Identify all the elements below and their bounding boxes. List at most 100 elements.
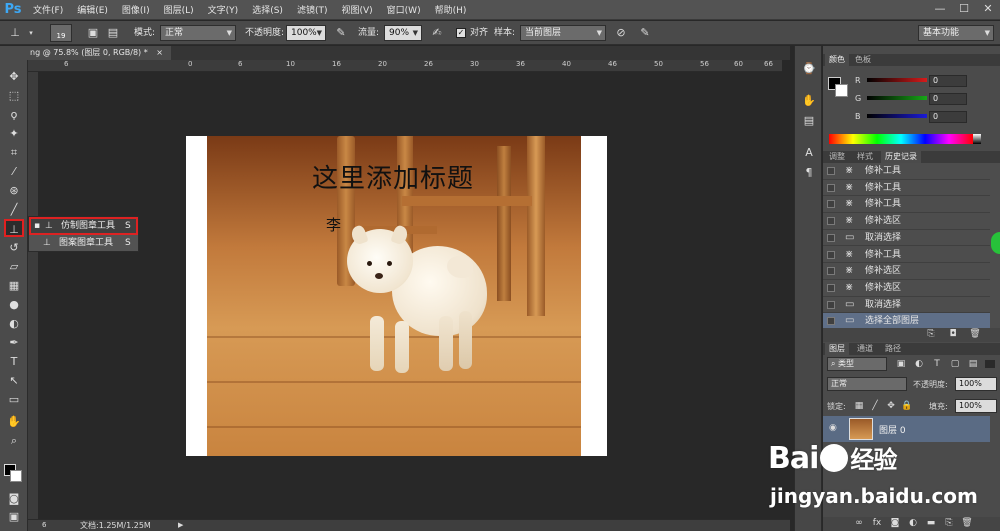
history-item[interactable]: ⋇ 修补选区 (823, 280, 990, 297)
type-filter-icon[interactable]: T (931, 358, 943, 370)
quick-selection-tool-icon[interactable]: ✦ (4, 125, 24, 143)
shape-tool-icon[interactable]: ▭ (4, 391, 24, 409)
pen-tool-icon[interactable]: ✒ (4, 334, 24, 352)
pressure-opacity-icon[interactable]: ✎ (332, 24, 350, 42)
brush-panel-icon[interactable]: ▤ (799, 112, 819, 130)
move-tool-icon[interactable]: ✥ (4, 68, 24, 86)
history-checkbox[interactable] (827, 200, 835, 209)
menu-file[interactable]: 文件(F) (26, 3, 70, 16)
fill-input[interactable]: 100% (955, 399, 997, 413)
channel-r-slider[interactable] (867, 78, 927, 82)
pressure-size-icon[interactable]: ✎ (636, 24, 654, 42)
delete-layer-icon[interactable]: 🗑 (961, 517, 973, 529)
history-checkbox[interactable] (827, 317, 835, 326)
type-tool-icon[interactable]: T (4, 353, 24, 371)
history-panel-icon[interactable]: ⌚ (799, 60, 819, 78)
eye-icon[interactable]: ◉ (829, 423, 837, 433)
history-brush-tool-icon[interactable]: ↺ (4, 239, 24, 257)
adjustment-layer-icon[interactable]: ◐ (907, 517, 919, 529)
brush-preset-icon[interactable]: ✋ (799, 92, 819, 110)
clone-stamp-tool-item[interactable]: ▪ ⊥ 仿制图章工具 S (29, 217, 138, 235)
channel-g-slider[interactable] (867, 96, 927, 100)
healing-brush-tool-icon[interactable]: ⊛ (4, 182, 24, 200)
menu-window[interactable]: 窗口(W) (380, 3, 428, 16)
menu-type[interactable]: 文字(Y) (201, 3, 246, 16)
history-checkbox[interactable] (827, 283, 835, 292)
maximize-button[interactable]: ☐ (952, 0, 976, 18)
menu-image[interactable]: 图像(I) (115, 3, 157, 16)
layer-kind-filter[interactable]: ⌕ 类型 (827, 357, 887, 371)
layer-name[interactable]: 图层 0 (879, 423, 906, 436)
zoom-level[interactable]: 6 (42, 520, 46, 531)
smart-object-filter-icon[interactable]: ▤ (967, 358, 979, 370)
trash-icon[interactable]: 🗑 (969, 328, 981, 340)
brush-tool-icon[interactable]: ╱ (4, 201, 24, 219)
clone-stamp-tool-icon[interactable]: ⊥ (4, 219, 24, 237)
hand-tool-icon[interactable]: ✋ (4, 413, 24, 431)
history-item[interactable]: ▭ 取消选择 (823, 297, 990, 314)
adjustment-filter-icon[interactable]: ◐ (913, 358, 925, 370)
quick-mask-icon[interactable]: ◙ (4, 490, 24, 508)
close-window-button[interactable]: ✕ (976, 0, 1000, 18)
tab-adjustments[interactable]: 调整 (825, 151, 849, 163)
tab-swatches[interactable]: 色板 (851, 54, 875, 66)
lock-pixels-icon[interactable]: ╱ (869, 400, 881, 412)
history-checkbox[interactable] (827, 167, 835, 175)
brush-size-preview[interactable]: 19 (50, 24, 72, 42)
filter-toggle[interactable] (985, 360, 995, 368)
opacity-input[interactable]: 100% ▼ (286, 25, 326, 41)
canvas-subtitle-text[interactable]: 李 (326, 214, 341, 235)
airbrush-icon[interactable]: ✍ (428, 24, 446, 42)
channel-r-input[interactable]: 0 (929, 75, 967, 87)
tab-layers[interactable]: 图层 (825, 343, 849, 355)
tab-history[interactable]: 历史记录 (881, 151, 921, 163)
menu-help[interactable]: 帮助(H) (428, 3, 474, 16)
layer-style-icon[interactable]: fx (871, 517, 883, 529)
link-layers-icon[interactable]: ∞ (853, 517, 865, 529)
character-panel-icon[interactable]: A (799, 144, 819, 162)
shape-filter-icon[interactable]: ▢ (949, 358, 961, 370)
blend-mode-select[interactable]: 正常 (827, 377, 907, 391)
history-item[interactable]: ⋇ 修补工具 (823, 247, 990, 264)
add-mask-icon[interactable]: ◙ (889, 517, 901, 529)
zoom-tool-icon[interactable]: ⌕ (4, 432, 24, 450)
workspace-select[interactable]: 基本功能 ▼ (918, 25, 994, 41)
canvas-title-text[interactable]: 这里添加标题 (312, 158, 474, 195)
side-tab[interactable] (991, 232, 1000, 254)
tab-close-icon[interactable]: × (156, 48, 163, 57)
history-checkbox[interactable] (827, 250, 835, 259)
history-item[interactable]: ⋇ 修补选区 (823, 263, 990, 280)
lock-all-icon[interactable]: 🔒 (901, 400, 913, 412)
dodge-tool-icon[interactable]: ◐ (4, 315, 24, 333)
tab-color[interactable]: 颜色 (825, 54, 849, 66)
new-group-icon[interactable]: ▬ (925, 517, 937, 529)
history-item[interactable]: ⋇ 修补选区 (823, 213, 990, 230)
menu-filter[interactable]: 滤镜(T) (290, 3, 335, 16)
history-checkbox[interactable] (827, 267, 835, 276)
channel-b-slider[interactable] (867, 114, 927, 118)
eyedropper-tool-icon[interactable]: ⁄ (4, 163, 24, 181)
tab-channels[interactable]: 通道 (853, 343, 877, 355)
brush-panel-icon[interactable]: ▣ (84, 24, 102, 42)
new-snapshot-icon[interactable]: ◘ (947, 328, 959, 340)
status-menu-arrow-icon[interactable]: ▶ (178, 520, 183, 531)
layer-row[interactable]: ◉ 图层 0 (823, 416, 990, 442)
mode-select[interactable]: 正常 ▼ (160, 25, 236, 41)
sample-select[interactable]: 当前图层 ▼ (520, 25, 606, 41)
history-checkbox[interactable] (827, 233, 835, 242)
color-bw-ramp[interactable] (973, 134, 981, 144)
history-item[interactable]: ⋇ 修补工具 (823, 163, 990, 180)
flow-input[interactable]: 90% ▼ (384, 25, 422, 41)
blur-tool-icon[interactable]: ● (4, 296, 24, 314)
menu-select[interactable]: 选择(S) (245, 3, 290, 16)
color-spectrum-bar[interactable] (829, 134, 973, 144)
background-color-swatch[interactable] (10, 470, 22, 482)
menu-edit[interactable]: 编辑(E) (70, 3, 115, 16)
layer-opacity-input[interactable]: 100% (955, 377, 997, 391)
crop-tool-icon[interactable]: ⌗ (4, 144, 24, 162)
clone-source-panel-icon[interactable]: ▤ (104, 24, 122, 42)
align-checkbox[interactable]: ✓ (456, 28, 466, 38)
minimize-button[interactable]: — (928, 0, 952, 18)
history-checkbox[interactable] (827, 183, 835, 192)
lasso-tool-icon[interactable]: ϙ (4, 106, 24, 124)
